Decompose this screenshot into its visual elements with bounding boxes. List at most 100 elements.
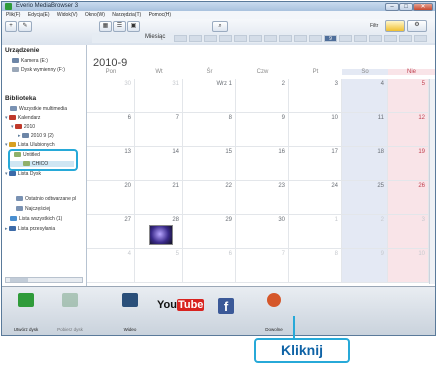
calendar-day-cell[interactable]: 13 xyxy=(87,147,135,181)
minimize-button[interactable]: – xyxy=(385,3,399,11)
edit-button[interactable]: ✎ xyxy=(18,21,32,32)
video-thumbnail[interactable] xyxy=(149,225,173,245)
calendar-view-icon[interactable]: ▣ xyxy=(127,21,140,32)
calendar-day-cell[interactable]: 1 xyxy=(289,215,342,249)
list-view-icon[interactable]: ☰ xyxy=(113,21,126,32)
youtube-button[interactable]: YouTube xyxy=(154,290,205,333)
calendar-day-cell[interactable]: 28 xyxy=(135,215,183,249)
calendar-day-cell[interactable]: 24 xyxy=(289,181,342,215)
calendar-day-cell[interactable]: 5 xyxy=(388,79,429,113)
menu-tools[interactable]: Narzędzia(T) xyxy=(112,12,141,18)
sidebar-item-recent[interactable]: Ostatnio odtwarzane pl xyxy=(16,196,76,202)
sidebar-item-disc-list[interactable]: ▾ Lista Dysk xyxy=(5,171,41,177)
calendar-day-cell[interactable]: 6 xyxy=(87,113,135,147)
horizontal-scrollbar[interactable] xyxy=(5,277,83,283)
calendar-day-cell[interactable]: 2 xyxy=(236,79,289,113)
calendar-day-cell[interactable]: 4 xyxy=(87,249,135,283)
month-tab[interactable] xyxy=(384,35,397,42)
grid-view-icon[interactable]: ▦ xyxy=(99,21,112,32)
calendar-day-cell[interactable]: 8 xyxy=(289,249,342,283)
calendar-day-cell[interactable]: 20 xyxy=(87,181,135,215)
calendar-day-cell[interactable]: 12 xyxy=(388,113,429,147)
filter-icon[interactable] xyxy=(385,20,405,32)
sidebar-item-removable-disk[interactable]: Dysk wymienny (F:) xyxy=(12,67,65,73)
calendar-day-cell[interactable]: 4 xyxy=(342,79,388,113)
calendar-day-cell[interactable]: 19 xyxy=(388,147,429,181)
calendar-day-cell[interactable]: 22 xyxy=(183,181,236,215)
calendar-day-cell[interactable]: 26 xyxy=(388,181,429,215)
sidebar-item-2010-9[interactable]: ▸ 2010 9 (2) xyxy=(18,133,54,139)
get-disc-button[interactable]: Pobierz dysk xyxy=(50,290,90,333)
menu-edit[interactable]: Edycja(E) xyxy=(28,12,50,18)
menu-file[interactable]: Plik(F) xyxy=(6,12,20,18)
close-button[interactable]: ✕ xyxy=(413,3,433,11)
month-tab[interactable] xyxy=(309,35,322,42)
menu-view[interactable]: Widok(V) xyxy=(57,12,78,18)
sidebar-item-camera[interactable]: Kamera (E:) xyxy=(12,58,48,64)
calendar-day-cell[interactable]: 8 xyxy=(183,113,236,147)
calendar-day-cell[interactable]: 29 xyxy=(183,215,236,249)
calendar-day-cell[interactable]: 25 xyxy=(342,181,388,215)
sidebar-item-most-played[interactable]: Najczęściej xyxy=(16,206,50,212)
month-tab[interactable] xyxy=(294,35,307,42)
calendar-day-cell[interactable]: 3 xyxy=(289,79,342,113)
calendar-day-cell[interactable]: 23 xyxy=(236,181,289,215)
video-button[interactable]: Wideo xyxy=(110,290,150,333)
calendar-day-cell[interactable]: 10 xyxy=(388,249,429,283)
calendar-day-cell[interactable]: 9 xyxy=(342,249,388,283)
month-tab[interactable] xyxy=(369,35,382,42)
create-disc-button[interactable]: Utwórz dysk xyxy=(6,290,46,333)
month-tab[interactable] xyxy=(414,35,427,42)
calendar-day-cell[interactable]: 10 xyxy=(289,113,342,147)
sidebar-item-favorites[interactable]: ▾ Lista Ulubionych xyxy=(5,142,55,148)
calendar-day-cell[interactable]: 14 xyxy=(135,147,183,181)
menu-window[interactable]: Okno(W) xyxy=(85,12,105,18)
sidebar-item-2010[interactable]: ▾ 2010 xyxy=(11,124,35,130)
month-tab[interactable] xyxy=(399,35,412,42)
sidebar-item-untitled[interactable]: Untitled xyxy=(14,152,40,158)
calendar-day-cell[interactable]: 18 xyxy=(342,147,388,181)
calendar-day-cell[interactable]: 15 xyxy=(183,147,236,181)
upload-button[interactable]: Dowolne xyxy=(254,290,294,333)
month-tab-selected[interactable]: 9 xyxy=(324,35,337,42)
sidebar-item-upload-list[interactable]: ▸ Lista przesyłania xyxy=(5,226,55,232)
calendar-day-cell[interactable]: 7 xyxy=(236,249,289,283)
month-tab[interactable] xyxy=(354,35,367,42)
scrollbar-thumb[interactable] xyxy=(10,278,28,282)
calendar-day-cell[interactable]: 6 xyxy=(183,249,236,283)
calendar-day-cell[interactable]: 16 xyxy=(236,147,289,181)
calendar-day-cell[interactable]: 3 xyxy=(388,215,429,249)
calendar-day-cell[interactable]: 30 xyxy=(87,79,135,113)
search-icon[interactable]: ⌕ xyxy=(212,21,228,32)
menu-help[interactable]: Pomoc(H) xyxy=(149,12,172,18)
settings-icon[interactable]: ⚙ xyxy=(407,20,427,32)
calendar-day-cell[interactable]: 17 xyxy=(289,147,342,181)
month-tab[interactable] xyxy=(249,35,262,42)
calendar-day-cell[interactable]: 9 xyxy=(236,113,289,147)
sidebar-item-all-media[interactable]: Wszystkie multimedia xyxy=(10,106,67,112)
month-tab[interactable] xyxy=(234,35,247,42)
maximize-button[interactable]: □ xyxy=(399,3,413,11)
calendar-day-cell[interactable]: 31 xyxy=(135,79,183,113)
month-tab[interactable] xyxy=(204,35,217,42)
month-tab[interactable] xyxy=(219,35,232,42)
month-tab[interactable] xyxy=(279,35,292,42)
calendar-day-cell[interactable]: Wrz 1 xyxy=(183,79,236,113)
vertical-scrollbar[interactable] xyxy=(429,79,435,284)
month-tab[interactable] xyxy=(174,35,187,42)
month-tab[interactable] xyxy=(264,35,277,42)
sidebar-item-calendar[interactable]: ▾ Kalendarz xyxy=(5,115,40,121)
sidebar-item-all-lists[interactable]: Lista wszystkich (1) xyxy=(10,216,62,222)
month-tab[interactable] xyxy=(189,35,202,42)
add-button[interactable]: + xyxy=(5,21,17,32)
calendar-day-cell[interactable]: 30 xyxy=(236,215,289,249)
calendar-day-cell[interactable]: 5 xyxy=(135,249,183,283)
facebook-button[interactable]: f xyxy=(207,290,247,333)
month-tab[interactable] xyxy=(339,35,352,42)
calendar-day-cell[interactable]: 27 xyxy=(87,215,135,249)
sidebar-item-chico[interactable]: CHICO xyxy=(10,161,74,167)
calendar-day-cell[interactable]: 7 xyxy=(135,113,183,147)
calendar-day-cell[interactable]: 11 xyxy=(342,113,388,147)
calendar-day-cell[interactable]: 2 xyxy=(342,215,388,249)
calendar-day-cell[interactable]: 21 xyxy=(135,181,183,215)
